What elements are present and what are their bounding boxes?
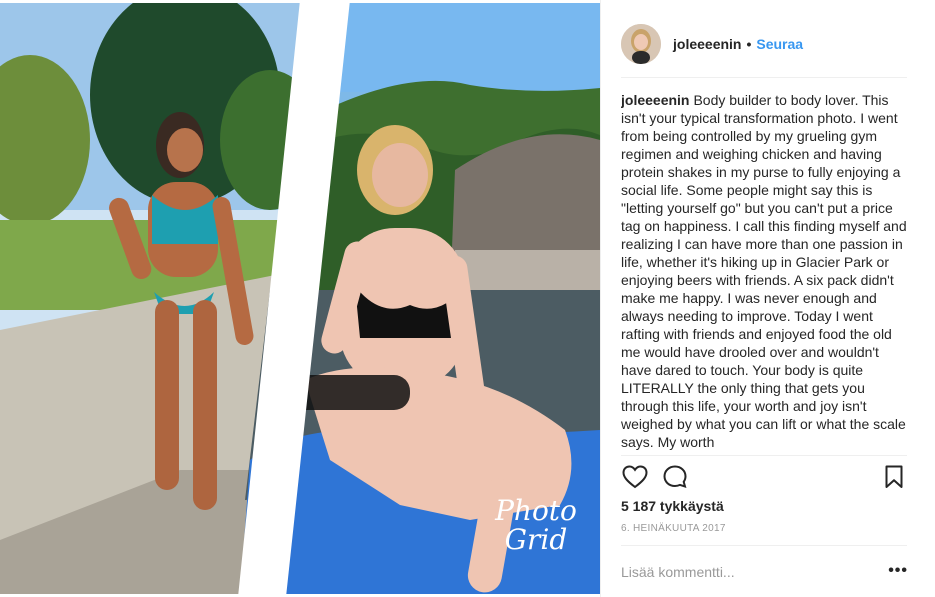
actions-divider	[621, 455, 907, 456]
post-caption: joleeeenin Body builder to body lover. Th…	[621, 91, 908, 451]
caption-username[interactable]: joleeeenin	[621, 92, 689, 108]
bookmark-icon	[885, 465, 903, 488]
like-button[interactable]	[621, 463, 649, 491]
photogrid-watermark: Photo Grid	[488, 497, 584, 581]
header-dot-separator: •	[746, 36, 752, 52]
post-sidebar: joleeeenin • Seuraa joleeeenin Body builder…	[600, 0, 935, 597]
post-photo[interactable]: Photo Grid	[0, 0, 600, 597]
save-button[interactable]	[880, 463, 908, 491]
post-header: joleeeenin • Seuraa	[621, 16, 908, 72]
watermark-photo: Photo	[495, 494, 577, 527]
avatar-image-icon	[621, 24, 661, 64]
follow-button[interactable]: Seuraa	[756, 36, 803, 52]
watermark-grid: Grid	[504, 523, 568, 556]
comment-divider	[621, 545, 907, 546]
comment-form: •••	[621, 556, 908, 588]
post-date[interactable]: 6. HEINÄKUUTA 2017	[621, 523, 726, 534]
likes-count[interactable]: 5 187 tykkäystä	[621, 498, 724, 514]
comments-scroll-area[interactable]: joleeeenin Body builder to body lover. Th…	[621, 91, 908, 454]
comment-input[interactable]	[621, 564, 871, 580]
collage-top-border	[0, 0, 600, 3]
comment-button[interactable]	[661, 463, 689, 491]
heart-icon	[622, 465, 648, 489]
header-divider	[621, 77, 907, 78]
avatar[interactable]	[621, 24, 661, 64]
header-text: joleeeenin • Seuraa	[673, 36, 803, 52]
post-actions	[621, 463, 908, 491]
caption-text: Body builder to body lover. This isn't y…	[621, 92, 907, 450]
header-username[interactable]: joleeeenin	[673, 36, 741, 52]
ellipsis-icon[interactable]: •••	[888, 562, 908, 580]
comment-bubble-icon	[663, 465, 687, 489]
instagram-post: Photo Grid joleeeenin • Seuraa joleeeenin B…	[0, 0, 935, 597]
